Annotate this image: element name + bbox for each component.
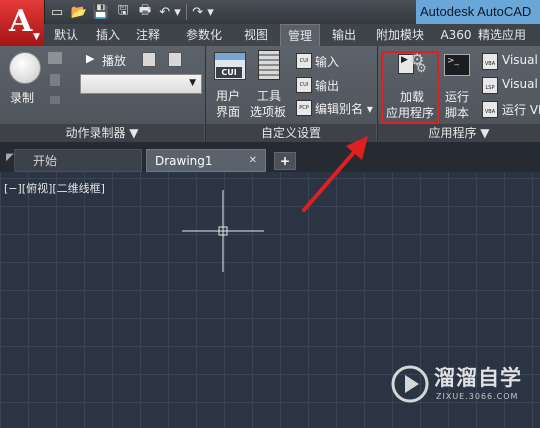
user-interface-label-1[interactable]: 用户 [216, 87, 240, 104]
tab-drawing1-label: Drawing1 [155, 154, 213, 168]
save-as-icon[interactable]: 🖫 [114, 3, 132, 21]
watermark-url: ZIXUE.3066.COM [436, 392, 519, 401]
document-tab-bar: ◤ 开始 Drawing1 ✕ + [0, 142, 540, 172]
tab-output[interactable]: 输出 [324, 24, 364, 46]
import-label[interactable]: 输入 [315, 53, 339, 70]
edit-aliases-label[interactable]: 编辑别名 ▾ [315, 100, 373, 117]
play-icon[interactable]: ▶ [86, 52, 94, 65]
tab-addins[interactable]: 附加模块 [368, 24, 432, 46]
tab-drawing1[interactable]: Drawing1 ✕ [146, 149, 266, 172]
ribbon: 录制 ▶ 播放 ▼ 动作录制器 ▼ CUI 用户 界面 工具 选项板 CUI 输… [0, 46, 540, 143]
tab-start-label: 开始 [33, 154, 58, 168]
print-icon[interactable]: 🖶 [136, 3, 154, 21]
input-request-icon[interactable] [50, 96, 60, 104]
export-customizations-icon[interactable]: CUI [296, 77, 312, 93]
run-vba-macro-icon[interactable]: VBA [482, 101, 498, 118]
user-interface-label-2[interactable]: 界面 [216, 103, 240, 120]
undo-icon[interactable]: ↶ ▾ [158, 3, 182, 21]
tab-manage[interactable]: 管理 [280, 24, 320, 46]
tab-annotate[interactable]: 注释 [128, 24, 168, 46]
import-customizations-icon[interactable]: CUI [296, 53, 312, 69]
tab-parametric[interactable]: 参数化 [168, 24, 240, 46]
tool-palettes-label-2[interactable]: 选项板 [250, 103, 286, 120]
tab-default[interactable]: 默认 [44, 24, 88, 46]
manage-macros-icon[interactable] [168, 52, 182, 67]
run-script-icon[interactable]: >_ [444, 54, 470, 76]
close-icon[interactable]: ✕ [249, 150, 257, 172]
run-script-label-2[interactable]: 脚本 [445, 104, 469, 121]
record-icon[interactable] [9, 52, 41, 84]
autocad-logo-icon: A [9, 4, 33, 39]
watermark-text: 溜溜自学 [434, 366, 522, 390]
edit-aliases-icon[interactable]: PCP [296, 100, 312, 116]
application-menu-button[interactable]: A ▼ [0, 0, 45, 46]
watermark: 溜溜自学 ZIXUE.3066.COM [390, 360, 535, 410]
ribbon-tab-bar: 默认 插入 注释 参数化 视图 管理 输出 附加模块 A360 精选应用 [44, 24, 540, 47]
preferences-icon[interactable] [142, 52, 156, 67]
crosshair-cursor [182, 190, 264, 272]
tab-start[interactable]: 开始 [14, 149, 142, 172]
tab-view[interactable]: 视图 [240, 24, 272, 46]
export-label[interactable]: 输出 [315, 77, 339, 94]
tool-palettes-label-1[interactable]: 工具 [257, 87, 281, 104]
user-interface-icon[interactable]: CUI [214, 52, 246, 80]
watermark-logo-icon [391, 365, 429, 403]
marker-icon[interactable] [50, 74, 60, 86]
chevron-down-icon: ▼ [189, 78, 196, 88]
file-tabs-menu-icon[interactable]: ◤ [6, 152, 14, 163]
message-icon[interactable] [48, 52, 62, 64]
visual-basic-label-1[interactable]: Visual [502, 53, 538, 67]
record-label[interactable]: 录制 [10, 89, 34, 106]
chevron-down-icon: ▼ [33, 32, 40, 42]
tab-insert[interactable]: 插入 [88, 24, 128, 46]
app-title: Autodesk AutoCAD [416, 0, 540, 24]
annotation-arrow [302, 136, 368, 212]
open-file-icon[interactable]: 📂 [70, 3, 88, 21]
tool-palettes-icon[interactable] [258, 50, 280, 80]
run-script-label-1[interactable]: 运行 [445, 88, 469, 105]
redo-icon[interactable]: ↷ ▾ [191, 3, 215, 21]
play-label[interactable]: 播放 [102, 52, 126, 69]
applications-panel-title[interactable]: 应用程序 ▼ [378, 124, 540, 142]
action-macro-select[interactable]: ▼ [80, 74, 202, 94]
highlight-box [381, 51, 439, 124]
viewport-controls[interactable]: [−][俯视][二维线框] [4, 180, 105, 196]
visual-lisp-editor-icon[interactable]: LSP [482, 77, 498, 94]
tab-a360[interactable]: A360 [436, 24, 476, 46]
visual-lisp-label[interactable]: Visual [502, 77, 538, 91]
tab-featured-apps[interactable]: 精选应用 [478, 24, 540, 46]
visual-basic-editor-icon[interactable]: VBA [482, 53, 498, 70]
save-icon[interactable]: 💾 [92, 3, 110, 21]
action-recorder-panel-title[interactable]: 动作录制器 ▼ [0, 124, 204, 142]
quick-access-toolbar: ▭ 📂 💾 🖫 🖶 ↶ ▾ ↷ ▾ [48, 2, 215, 22]
run-vba-label[interactable]: 运行 VI [502, 101, 540, 118]
divider [186, 4, 187, 20]
new-file-icon[interactable]: ▭ [48, 3, 66, 21]
